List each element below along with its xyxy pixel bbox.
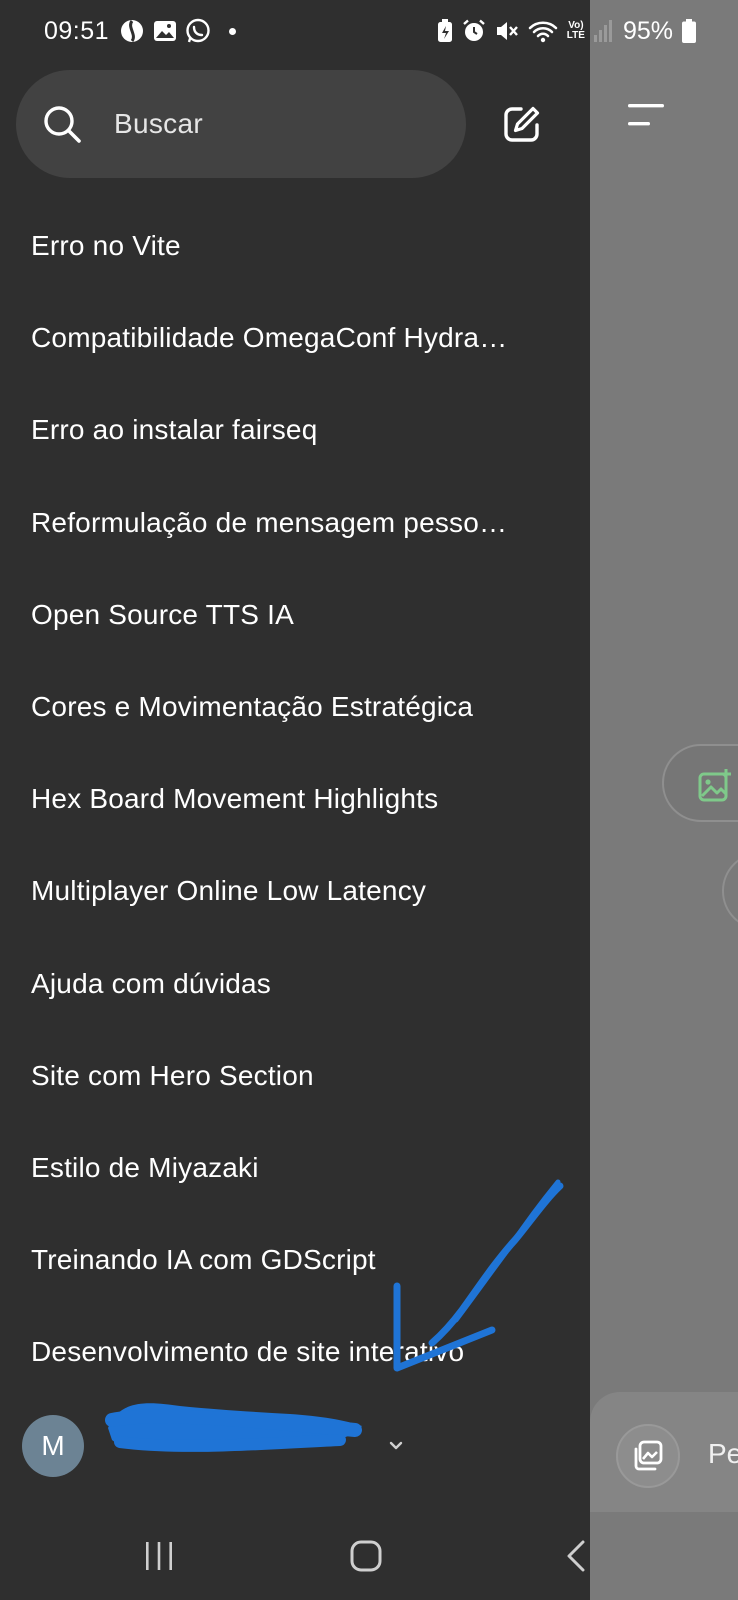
app-notification-icon (121, 20, 144, 42)
composer-placeholder: Pe (708, 1438, 738, 1469)
chat-title: Estilo de Miyazaki (31, 1151, 259, 1183)
account-name-redacted (98, 1429, 378, 1463)
menu-lines-icon[interactable] (628, 102, 668, 128)
battery-percent: 95% (622, 16, 673, 45)
status-time: 09:51 (44, 16, 110, 45)
back-icon[interactable] (566, 1540, 586, 1572)
suggestion-create-image[interactable] (662, 744, 738, 822)
recent-apps-icon[interactable] (144, 1542, 174, 1570)
system-icons: Vo) LTE 95% (437, 17, 696, 46)
alarm-icon (463, 19, 485, 41)
new-chat-button[interactable] (502, 104, 542, 144)
chat-item-reformulacao[interactable]: Reformulação de mensagem pesso… (0, 477, 590, 569)
network-type-badge: Vo) LTE (567, 21, 585, 41)
message-composer[interactable]: Pe (590, 1392, 738, 1512)
home-icon[interactable] (350, 1540, 382, 1572)
chevron-down-icon (389, 1441, 403, 1450)
chat-title: Cores e Movimentação Estratégica (31, 691, 474, 723)
avatar-initial: M (41, 1430, 65, 1461)
chat-title: Open Source TTS IA (31, 598, 294, 630)
lte-label: LTE (566, 30, 585, 41)
signal-icon (593, 20, 612, 42)
edit-square-icon (504, 106, 540, 142)
chat-item-ajuda[interactable]: Ajuda com dúvidas (0, 938, 590, 1030)
chat-item-erro-no-vite[interactable]: Erro no Vite (0, 200, 590, 292)
chat-title: Treinando IA com GDScript (31, 1244, 376, 1276)
suggestion-chip[interactable] (722, 852, 738, 930)
gallery-icon (634, 1440, 663, 1471)
battery-saver-icon (437, 19, 452, 42)
chat-title: Ajuda com dúvidas (31, 967, 271, 999)
chat-title: Multiplayer Online Low Latency (31, 875, 427, 907)
whatsapp-icon (186, 18, 210, 43)
chat-item-tts[interactable]: Open Source TTS IA (0, 569, 590, 661)
account-switcher[interactable]: M (22, 1415, 404, 1477)
more-notifications-dot (229, 27, 237, 35)
chat-title: Compatibilidade OmegaConf Hydra… (31, 322, 508, 354)
chat-title: Hex Board Movement Highlights (31, 783, 439, 815)
image-plus-icon (698, 769, 731, 802)
chat-item-gdscript[interactable]: Treinando IA com GDScript (0, 1214, 590, 1306)
system-nav-bar (0, 1512, 590, 1600)
chat-history-drawer: Buscar Erro no Vite Compatibilidade Omeg… (0, 0, 590, 1600)
chat-item-cores-movimentacao[interactable]: Cores e Movimentação Estratégica (0, 661, 590, 753)
attach-button[interactable] (616, 1424, 680, 1488)
chat-item-hex-board[interactable]: Hex Board Movement Highlights (0, 753, 590, 845)
search-icon (44, 106, 81, 143)
chat-item-miyazaki[interactable]: Estilo de Miyazaki (0, 1122, 590, 1214)
app-screen: Buscar Erro no Vite Compatibilidade Omeg… (0, 0, 738, 1600)
search-placeholder: Buscar (114, 108, 203, 139)
search-input[interactable]: Buscar (16, 70, 466, 178)
chat-item-omegaconf-hydra[interactable]: Compatibilidade OmegaConf Hydra… (0, 292, 590, 384)
chat-list: Erro no Vite Compatibilidade OmegaConf H… (0, 200, 590, 1398)
chat-title: Desenvolvimento de site interativo (31, 1336, 465, 1368)
chat-item-multiplayer[interactable]: Multiplayer Online Low Latency (0, 845, 590, 937)
chat-item-fairseq[interactable]: Erro ao instalar fairseq (0, 384, 590, 476)
notification-icons (119, 18, 237, 44)
chat-item-site-interativo[interactable]: Desenvolvimento de site interativo (0, 1306, 590, 1398)
chat-title: Erro ao instalar fairseq (31, 414, 318, 446)
main-chat-dimmed[interactable]: Pe (590, 0, 738, 1600)
battery-icon (682, 19, 696, 43)
wifi-icon (528, 21, 558, 43)
avatar: M (22, 1415, 84, 1477)
mute-icon (496, 22, 518, 40)
chat-title: Site com Hero Section (31, 1059, 314, 1091)
chat-title: Erro no Vite (31, 230, 181, 262)
gallery-notification-icon (154, 21, 177, 41)
chat-title: Reformulação de mensagem pesso… (31, 506, 508, 538)
status-bar: 09:51 Vo) LTE 95% (0, 0, 738, 62)
chat-item-hero-section[interactable]: Site com Hero Section (0, 1030, 590, 1122)
search-row: Buscar (16, 70, 576, 178)
